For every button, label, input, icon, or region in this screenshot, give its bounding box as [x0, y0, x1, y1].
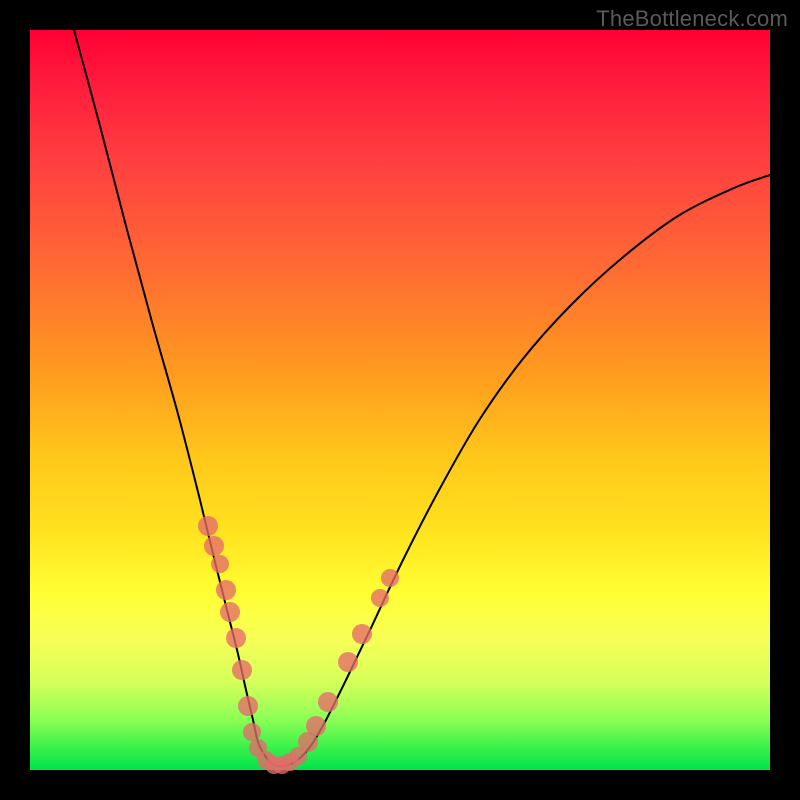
chart-svg — [30, 30, 770, 770]
data-point — [306, 716, 326, 736]
plot-area — [30, 30, 770, 770]
data-point — [352, 624, 372, 644]
data-point — [371, 589, 389, 607]
data-point — [243, 723, 261, 741]
watermark-text: TheBottleneck.com — [596, 6, 788, 32]
data-point — [204, 536, 224, 556]
chart-container: TheBottleneck.com — [0, 0, 800, 800]
bottleneck-curve — [74, 30, 770, 766]
data-point — [211, 555, 229, 573]
data-point — [198, 516, 218, 536]
data-point — [226, 628, 246, 648]
data-point — [238, 696, 258, 716]
data-point — [318, 692, 338, 712]
data-point — [381, 569, 399, 587]
data-point — [232, 660, 252, 680]
data-point — [338, 652, 358, 672]
scatter-dots — [198, 516, 399, 774]
data-point — [216, 580, 236, 600]
data-point — [220, 602, 240, 622]
